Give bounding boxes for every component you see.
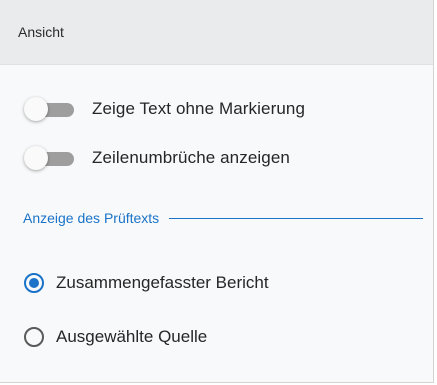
panel-header: Ansicht [0, 0, 433, 65]
radio-option-selected-source[interactable]: Ausgewählte Quelle [24, 322, 207, 352]
panel-title: Ansicht [18, 24, 64, 40]
toggle-switch-line-breaks[interactable] [22, 146, 76, 170]
section-header-check-text-display: Anzeige des Prüftexts [23, 210, 423, 226]
radio-option-summary-report[interactable]: Zusammengefasster Bericht [24, 268, 269, 298]
toggle-row-text-without-marking[interactable]: Zeige Text ohne Markierung [22, 94, 305, 124]
radio-label-summary-report: Zusammengefasster Bericht [56, 273, 269, 292]
toggle-label-text-without-marking: Zeige Text ohne Markierung [92, 99, 306, 118]
radio-button-unchecked[interactable] [24, 327, 44, 347]
section-title: Anzeige des Prüftexts [23, 210, 160, 226]
toggle-switch-text-without-marking[interactable] [22, 97, 76, 121]
toggle-row-line-breaks[interactable]: Zeilenumbrüche anzeigen [22, 143, 290, 173]
toggle-label-line-breaks: Zeilenumbrüche anzeigen [92, 148, 290, 167]
section-divider [169, 217, 423, 219]
toggle-thumb[interactable] [24, 97, 48, 121]
radio-button-checked[interactable] [24, 273, 44, 293]
view-settings-panel: Ansicht Zeige Text ohne Markierung Zeile… [0, 0, 434, 383]
radio-label-selected-source: Ausgewählte Quelle [56, 327, 208, 346]
toggle-thumb[interactable] [24, 146, 48, 170]
